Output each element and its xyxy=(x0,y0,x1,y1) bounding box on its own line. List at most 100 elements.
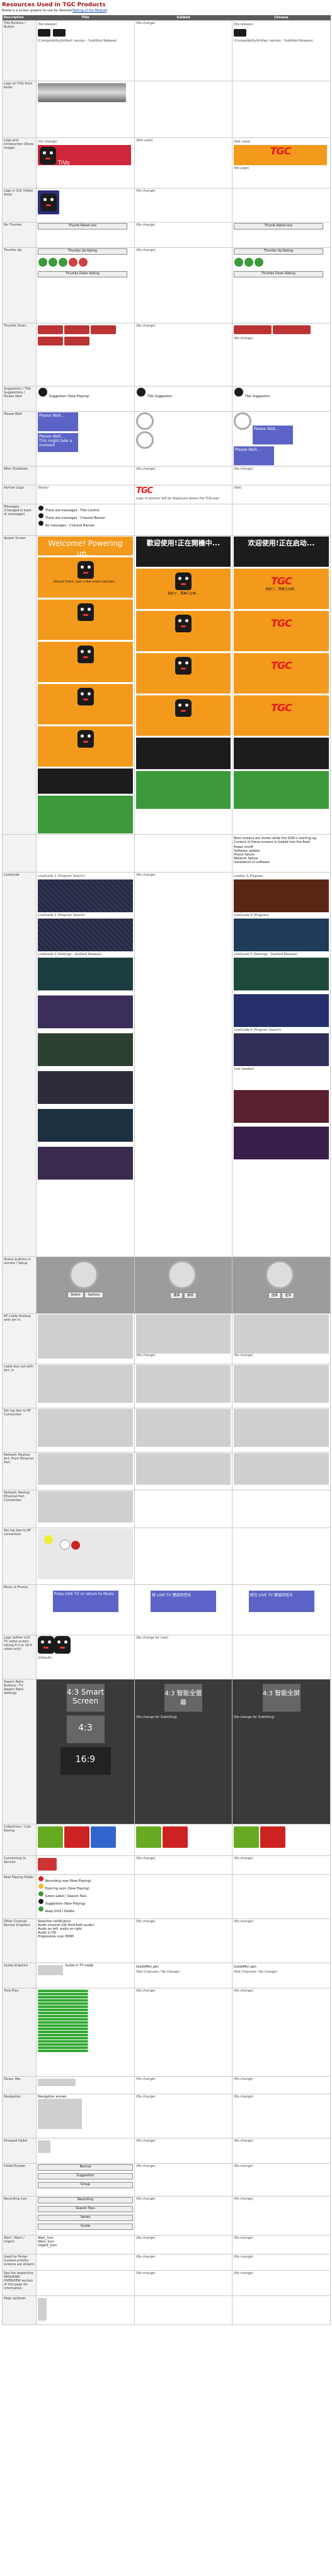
trickplay-bar xyxy=(38,2002,88,2005)
remote-dpad[interactable] xyxy=(168,1260,197,1289)
liveguide-screen xyxy=(38,1071,133,1104)
tgc-logo: TGC xyxy=(271,702,292,714)
clock-icon xyxy=(234,412,251,430)
thumbs-down-icon xyxy=(38,337,63,345)
cell-subbed xyxy=(134,81,232,138)
tivo-logo-icon xyxy=(77,688,94,705)
note: Keep Until I Delete xyxy=(45,1910,75,1913)
note: (No change) xyxy=(136,873,156,877)
note: (No change) xyxy=(234,2236,253,2240)
note: (No change) xyxy=(234,2164,253,2168)
cell-tivo xyxy=(36,466,135,485)
cell-subbed: (No change for now) xyxy=(134,1635,232,1680)
note: Suggestion (Now Playing) xyxy=(49,395,89,398)
tivo-logo-icon xyxy=(54,1636,71,1654)
table-row: Alert / Warn / Urgent Alert_Icon Warn_Ic… xyxy=(2,2235,331,2254)
aspect-button[interactable]: 4:3 智能全螢幕 xyxy=(164,1684,202,1712)
splash-tgc: TGC xyxy=(234,145,327,165)
boot-screen: Almost there. Just a few more minutes... xyxy=(38,557,133,598)
cell-subbed: (No change) xyxy=(134,872,232,1257)
col-chinese: Chinese xyxy=(232,15,331,21)
cell-tivo: There are messages - TiVo Central There … xyxy=(36,504,135,536)
note: (No change) xyxy=(234,2095,253,2099)
thumb-bar: Thumbs Down Rating xyxy=(234,271,323,277)
hookup-diagram xyxy=(234,1453,329,1485)
boot-screen xyxy=(38,726,133,767)
row-label: Thumbs Down xyxy=(2,323,37,386)
table-row: Network Hookup Ethernet Port Connection xyxy=(2,1490,331,1528)
expiring-icon xyxy=(38,1884,43,1889)
row-label: RF Cable Hookup with ant in xyxy=(2,1313,37,1364)
cell-tivo xyxy=(36,834,135,873)
welcome-banner: 歡迎使用!正在開機中... xyxy=(136,537,231,567)
cell-subbed: 4:3 智能全螢幕 (No change for Subtitling) xyxy=(134,1679,232,1825)
splash-text: TiVo xyxy=(57,160,70,166)
aspect-button[interactable]: 16:9 xyxy=(60,1747,111,1775)
options-button[interactable]: 選項 xyxy=(183,1292,197,1299)
aspect-button[interactable]: 4:3 Smart Screen xyxy=(66,1684,105,1712)
thumb-bar: Thumb Rated one xyxy=(38,223,127,229)
select-button[interactable]: 选择 xyxy=(268,1292,281,1299)
subtitle-link[interactable]: Testing of the Module xyxy=(72,9,106,13)
cell-chinese: (No change) xyxy=(232,1988,331,2077)
aspect-button[interactable]: 4:3 xyxy=(66,1715,105,1743)
cell-tivo xyxy=(36,1528,135,1585)
liveguide-screen xyxy=(234,1127,329,1159)
cell-subbed: (Not used) xyxy=(134,137,232,189)
options-button[interactable]: Options xyxy=(84,1292,103,1298)
cell-subbed: (No change) xyxy=(134,2196,232,2236)
note: (No change) xyxy=(234,2077,253,2081)
cell-subbed: (No change) xyxy=(134,2235,232,2254)
cell-subbed: (No change) xyxy=(134,1855,232,1875)
table-row: Logo on TiVo front bezel xyxy=(2,81,331,138)
row-label: No Thumbs xyxy=(2,222,37,248)
trickplay-bar xyxy=(38,2028,88,2030)
remote-dpad[interactable] xyxy=(69,1260,98,1289)
tivo-logo-icon xyxy=(175,657,192,675)
table-row: Status buttons in remote / Setup Select … xyxy=(2,1256,331,1314)
folder-bar: Normal xyxy=(38,2164,133,2171)
select-button[interactable]: Select xyxy=(67,1292,84,1298)
hookup-diagram xyxy=(136,1409,231,1447)
collection-icon xyxy=(260,1826,285,1848)
table-header: Description TiVo Subbed Chinese xyxy=(2,15,331,21)
row-label: Music & Photos xyxy=(2,1584,37,1635)
navigation-arrows xyxy=(38,2099,82,2129)
table-row: Logo (either LCD TV video screen taking … xyxy=(2,1635,331,1680)
note: (No change) xyxy=(136,1989,156,1993)
cell-chinese xyxy=(232,1490,331,1528)
cell-chinese xyxy=(232,1635,331,1680)
table-row: Boot screens are shown while the DVR is … xyxy=(2,834,331,873)
tgc-logo: TGC xyxy=(136,486,153,496)
aspect-button[interactable]: 4:3 智能全屏 xyxy=(262,1684,301,1712)
record-bar: Recording xyxy=(38,2197,133,2203)
trickplay-bar xyxy=(38,2046,88,2049)
cell-tivo: (Default) xyxy=(36,1635,135,1680)
row-label: Folder/Screen xyxy=(2,2163,37,2196)
cell-chinese: (No change) xyxy=(232,1313,331,1364)
options-button[interactable]: 选项 xyxy=(282,1292,295,1299)
thumbs-up-icon xyxy=(234,258,243,267)
hookup-diagram xyxy=(38,1314,133,1359)
note: (No change) xyxy=(136,189,156,193)
liveguide-screen xyxy=(234,919,329,951)
cell-chinese xyxy=(232,1528,331,1585)
folder-bar: Group xyxy=(38,2182,133,2188)
hookup-diagram xyxy=(136,1365,231,1403)
remote-dpad[interactable] xyxy=(265,1260,294,1289)
row-label: LiveGuide xyxy=(2,872,37,1257)
cell-tivo: Welcome! Powering up... Almost there. Ju… xyxy=(36,535,135,835)
rca-connector-icon xyxy=(71,1541,80,1550)
tivo-logo-icon xyxy=(77,561,94,579)
select-button[interactable]: 選擇 xyxy=(170,1292,183,1299)
note: Logo of partner will be displayed where … xyxy=(136,497,219,501)
tivo-button-icon xyxy=(52,29,66,37)
pause-rec-graphic xyxy=(38,2079,76,2086)
liveguide-screen xyxy=(234,1090,329,1123)
tivo-button-icon xyxy=(234,29,246,37)
tivo-bezel-image xyxy=(38,83,126,102)
cell-subbed xyxy=(134,1364,232,1408)
note: (No change) xyxy=(136,324,156,328)
please-wait-dialog: Please Wait... This might take a moment xyxy=(38,433,78,452)
cell-chinese: (No change) xyxy=(232,2196,331,2236)
